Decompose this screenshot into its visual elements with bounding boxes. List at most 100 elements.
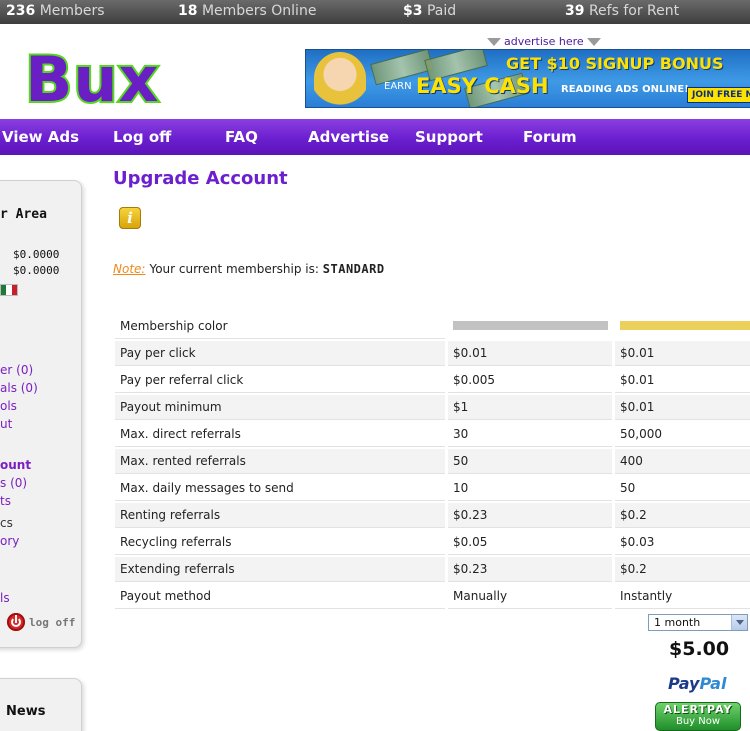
gold-value: $0.01 [615, 368, 750, 393]
standard-value: $1 [448, 395, 612, 420]
standard-value: 10 [448, 476, 612, 501]
gold-value: 50,000 [615, 422, 750, 447]
main-nav: View Ads Log off FAQ Advertise Support F… [0, 119, 750, 155]
sidebar-link[interactable]: er (0) [0, 363, 33, 377]
row-label: Membership color [115, 314, 445, 339]
period-selected-value: 1 month [654, 616, 701, 629]
stat-value: 39 [565, 3, 585, 19]
standard-value: 50 [448, 449, 612, 474]
sidebar-link[interactable]: s (0) [0, 476, 27, 490]
standard-value: $0.05 [448, 530, 612, 555]
upgrade-price: $5.00 [669, 638, 730, 660]
sidebar-link[interactable]: ts [0, 494, 11, 508]
row-label: Max. daily messages to send [115, 476, 445, 501]
paypal-button[interactable]: PayPal [668, 674, 726, 693]
news-title: News [6, 704, 46, 719]
stats-bar: 236 Members 18 Members Online $3 Paid 39… [0, 0, 750, 24]
banner-signup-text: GET $10 SIGNUP BONUS [506, 54, 724, 73]
row-label: Renting referrals [115, 503, 445, 528]
standard-value: $0.01 [448, 341, 612, 366]
sidebar-link[interactable]: ut [0, 417, 12, 431]
current-membership-value: STANDARD [322, 262, 385, 276]
sidebar-link[interactable]: ols [0, 399, 17, 413]
gold-value: $0.03 [615, 530, 750, 555]
power-icon[interactable] [7, 613, 25, 631]
gold-value: Instantly [615, 584, 750, 609]
banner-easy-cash-text: EASY CASH [416, 74, 549, 98]
paypal-text-a: Pay [668, 674, 700, 693]
standard-value: $0.005 [448, 368, 612, 393]
logo-text: . Bux [0, 43, 161, 116]
gold-color-swatch [620, 321, 750, 330]
nav-support[interactable]: Support [415, 128, 483, 146]
row-label: Pay per click [115, 341, 445, 366]
gold-value: $0.01 [615, 395, 750, 420]
woman-photo [314, 52, 366, 107]
row-label: Extending referrals [115, 557, 445, 582]
stat-members-online: 18 Members Online [178, 3, 316, 19]
sidebar-link[interactable]: ls [0, 591, 10, 605]
sidebar-link-account[interactable]: ount [0, 458, 31, 472]
membership-period-select[interactable]: 1 month [648, 614, 748, 631]
nav-advertise[interactable]: Advertise [308, 128, 389, 146]
row-label: Payout method [115, 584, 445, 609]
stat-label: Members [39, 3, 105, 19]
gold-value: 50 [615, 476, 750, 501]
sidebar-log-off-link[interactable]: log off [29, 616, 75, 629]
sidebar-balance-2: $0.0000 [13, 264, 60, 277]
stat-label: Members Online [201, 3, 317, 19]
stat-paid: $3 Paid [403, 3, 456, 19]
gold-value: $0.2 [615, 557, 750, 582]
sidebar-link[interactable]: ory [0, 534, 19, 548]
stat-value: 236 [6, 3, 36, 19]
row-label: Pay per referral click [115, 368, 445, 393]
alertpay-label: ALERTPAY [663, 703, 733, 716]
nav-faq[interactable]: FAQ [225, 128, 258, 146]
row-label: Max. direct referrals [115, 422, 445, 447]
sidebar-title: r Area [0, 207, 47, 222]
banner-join-button[interactable]: JOIN FREE NO [687, 87, 750, 103]
nav-log-off[interactable]: Log off [113, 128, 171, 146]
nav-view-ads[interactable]: View Ads [2, 128, 79, 146]
row-label: Payout minimum [115, 395, 445, 420]
standard-value: $0.23 [448, 557, 612, 582]
paypal-text-b: Pal [699, 674, 727, 693]
standard-value: $0.23 [448, 503, 612, 528]
nav-forum[interactable]: Forum [523, 128, 577, 146]
triangle-down-icon [586, 38, 601, 46]
stat-value: 18 [178, 3, 198, 19]
stat-label: Paid [426, 3, 457, 19]
sidebar-link[interactable]: als (0) [0, 381, 38, 395]
note-label: Note: [113, 262, 146, 276]
sidebar-link[interactable]: cs [0, 516, 13, 530]
info-icon: i [119, 207, 141, 229]
signup-bonus-banner[interactable]: GET $10 SIGNUP BONUS EARN EASY CASH READ… [305, 49, 750, 108]
row-label: Max. rented referrals [115, 449, 445, 474]
stat-label: Refs for Rent [588, 3, 680, 19]
membership-note: Note: Your current membership is: STANDAR… [113, 262, 385, 276]
banner-reading-text: READING ADS ONLINE! [561, 84, 689, 95]
standard-value: Manually [448, 584, 612, 609]
advertise-here-link[interactable]: advertise here [484, 35, 604, 48]
advertise-link-label: advertise here [504, 35, 584, 48]
page: 236 Members 18 Members Online $3 Paid 39… [0, 0, 750, 731]
banner-earn-text: EARN [384, 81, 412, 92]
note-text: Your current membership is: [149, 262, 319, 276]
triangle-down-icon [487, 38, 501, 46]
sidebar-balance-1: $0.0000 [13, 248, 60, 261]
alertpay-buy-now-button[interactable]: ALERTPAY Buy Now [655, 702, 741, 731]
standard-color-swatch [453, 321, 608, 330]
mexico-flag-icon [0, 284, 18, 296]
chevron-down-icon[interactable] [731, 615, 747, 630]
gold-value: $0.2 [615, 503, 750, 528]
stat-refs-for-rent: 39 Refs for Rent [565, 3, 679, 19]
buy-now-label: Buy Now [675, 716, 721, 727]
gold-value: 400 [615, 449, 750, 474]
stat-members: 236 Members [6, 3, 105, 19]
page-title: Upgrade Account [113, 168, 288, 189]
row-label: Recycling referrals [115, 530, 445, 555]
site-logo[interactable]: . Bux [0, 43, 161, 116]
standard-value: 30 [448, 422, 612, 447]
gold-value: $0.01 [615, 341, 750, 366]
stat-value: $3 [403, 3, 423, 19]
